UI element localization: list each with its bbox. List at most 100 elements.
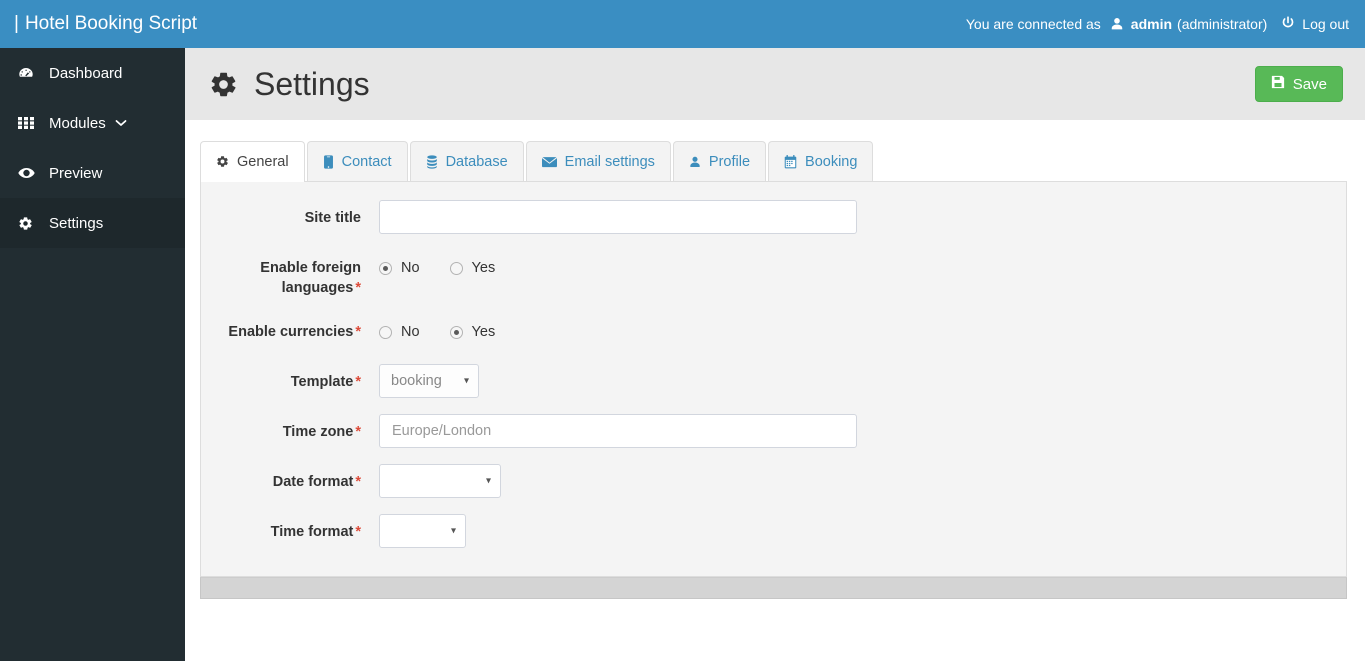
time-zone-control <box>379 414 857 448</box>
tab-label: Contact <box>341 153 392 170</box>
sidebar-item-label: Preview <box>49 164 103 182</box>
sidebar-item-preview[interactable]: Preview <box>0 148 185 198</box>
eye-icon <box>18 167 40 179</box>
form-row-time-format: Time format * <box>201 514 1346 548</box>
sidebar: Dashboard Modules Preview Settings <box>0 48 185 661</box>
radio-indicator <box>449 261 463 275</box>
chevron-down-icon <box>115 119 127 127</box>
tab-label: Booking <box>805 153 858 170</box>
floppy-disk-icon <box>1271 75 1285 93</box>
phone-icon <box>323 154 334 169</box>
form-row-time-zone: Time zone * <box>201 414 1346 448</box>
tabs-zone: General Contact Database Email settings <box>185 120 1365 599</box>
brand-title: Hotel Booking Script <box>24 13 198 34</box>
time-format-control <box>379 514 466 548</box>
required-marker: * <box>355 324 361 340</box>
radio-indicator <box>449 325 463 339</box>
form-row-date-format: Date format * <box>201 464 1346 498</box>
envelope-icon <box>541 156 557 168</box>
general-settings-panel: Site title Enable foreign languages* No <box>200 182 1347 577</box>
sidebar-item-label: Settings <box>49 214 104 232</box>
radio-foreign-languages-yes[interactable]: Yes <box>449 260 496 276</box>
radio-label: Yes <box>471 260 496 276</box>
label-text: Time zone <box>282 424 354 440</box>
label-text: Enable foreign languages <box>260 260 361 296</box>
connected-as-text: You are connected as <box>965 16 1101 32</box>
tab-label: Email settings <box>564 153 655 170</box>
label-text: Time format <box>270 524 354 540</box>
label-text: Date format <box>272 474 354 490</box>
tab-booking[interactable]: Booking <box>768 141 874 181</box>
page-title: Settings <box>209 66 370 103</box>
enable-currencies-label: Enable currencies * <box>201 314 379 342</box>
date-format-control <box>379 464 501 498</box>
time-zone-input[interactable] <box>379 414 857 448</box>
time-format-label: Time format * <box>201 514 379 542</box>
required-marker: * <box>355 474 361 490</box>
sidebar-item-dashboard[interactable]: Dashboard <box>0 48 185 98</box>
tab-label: Database <box>445 153 508 170</box>
settings-tab-bar: General Contact Database Email settings <box>200 141 1347 182</box>
user-icon <box>689 155 701 169</box>
gear-icon <box>216 155 229 168</box>
gear-icon <box>18 216 40 231</box>
calendar-icon <box>784 154 797 169</box>
save-button[interactable]: Save <box>1254 66 1343 102</box>
site-title-input[interactable] <box>379 200 857 234</box>
time-zone-label: Time zone * <box>201 414 379 442</box>
date-format-select[interactable] <box>379 464 501 498</box>
radio-label: No <box>401 324 420 340</box>
enable-foreign-languages-control: No Yes <box>379 250 525 284</box>
radio-currencies-no[interactable]: No <box>379 324 420 340</box>
navbar-right-area: You are connected as admin (administrato… <box>965 15 1365 33</box>
database-icon <box>426 154 438 169</box>
tab-contact[interactable]: Contact <box>306 141 408 181</box>
sidebar-item-label: Modules <box>49 114 106 132</box>
tab-database[interactable]: Database <box>409 141 524 181</box>
page-header: Settings Save <box>185 48 1365 120</box>
content-wrapper: Settings Save General Contact Database E… <box>185 48 1365 661</box>
template-control: booking <box>379 364 479 398</box>
user-icon <box>1110 17 1124 31</box>
gear-icon <box>209 70 238 99</box>
enable-currencies-control: No Yes <box>379 314 525 348</box>
tab-email-settings[interactable]: Email settings <box>525 141 671 181</box>
enable-currencies-radio-group: No Yes <box>379 314 525 348</box>
top-navbar: | Hotel Booking Script You are connected… <box>0 0 1365 48</box>
page-title-text: Settings <box>254 65 370 102</box>
sidebar-item-settings[interactable]: Settings <box>0 198 185 248</box>
form-row-site-title: Site title <box>201 200 1346 234</box>
label-text: Site title <box>304 210 361 226</box>
radio-foreign-languages-no[interactable]: No <box>379 260 420 276</box>
logout-label: Log out <box>1302 16 1349 32</box>
radio-currencies-yes[interactable]: Yes <box>449 324 496 340</box>
brand-bar: | <box>14 13 19 34</box>
radio-label: Yes <box>471 324 496 340</box>
template-label: Template * <box>201 364 379 392</box>
panel-footer <box>200 577 1347 599</box>
enable-foreign-languages-label: Enable foreign languages * <box>201 250 379 298</box>
site-title-control <box>379 200 857 234</box>
sidebar-item-modules[interactable]: Modules <box>0 98 185 148</box>
brand-logo[interactable]: | Hotel Booking Script <box>0 0 197 48</box>
enable-foreign-languages-radio-group: No Yes <box>379 250 525 284</box>
template-select[interactable]: booking <box>379 364 479 398</box>
site-title-label: Site title <box>201 200 379 228</box>
logout-button[interactable]: Log out <box>1281 15 1349 33</box>
form-row-template: Template * booking <box>201 364 1346 398</box>
date-format-select-wrapper <box>379 464 501 498</box>
required-marker: * <box>355 374 361 390</box>
required-marker: * <box>355 424 361 440</box>
tab-label: General <box>237 153 289 170</box>
username-label: admin <box>1130 16 1173 32</box>
label-text: Enable currencies <box>228 324 354 340</box>
tab-profile[interactable]: Profile <box>672 141 767 181</box>
tab-general[interactable]: General <box>200 141 305 182</box>
date-format-label: Date format * <box>201 464 379 492</box>
dashboard-icon <box>18 65 40 81</box>
time-format-select[interactable] <box>379 514 466 548</box>
required-marker: * <box>355 280 361 296</box>
radio-label: No <box>401 260 420 276</box>
tab-label: Profile <box>708 153 751 170</box>
time-format-select-wrapper <box>379 514 466 548</box>
